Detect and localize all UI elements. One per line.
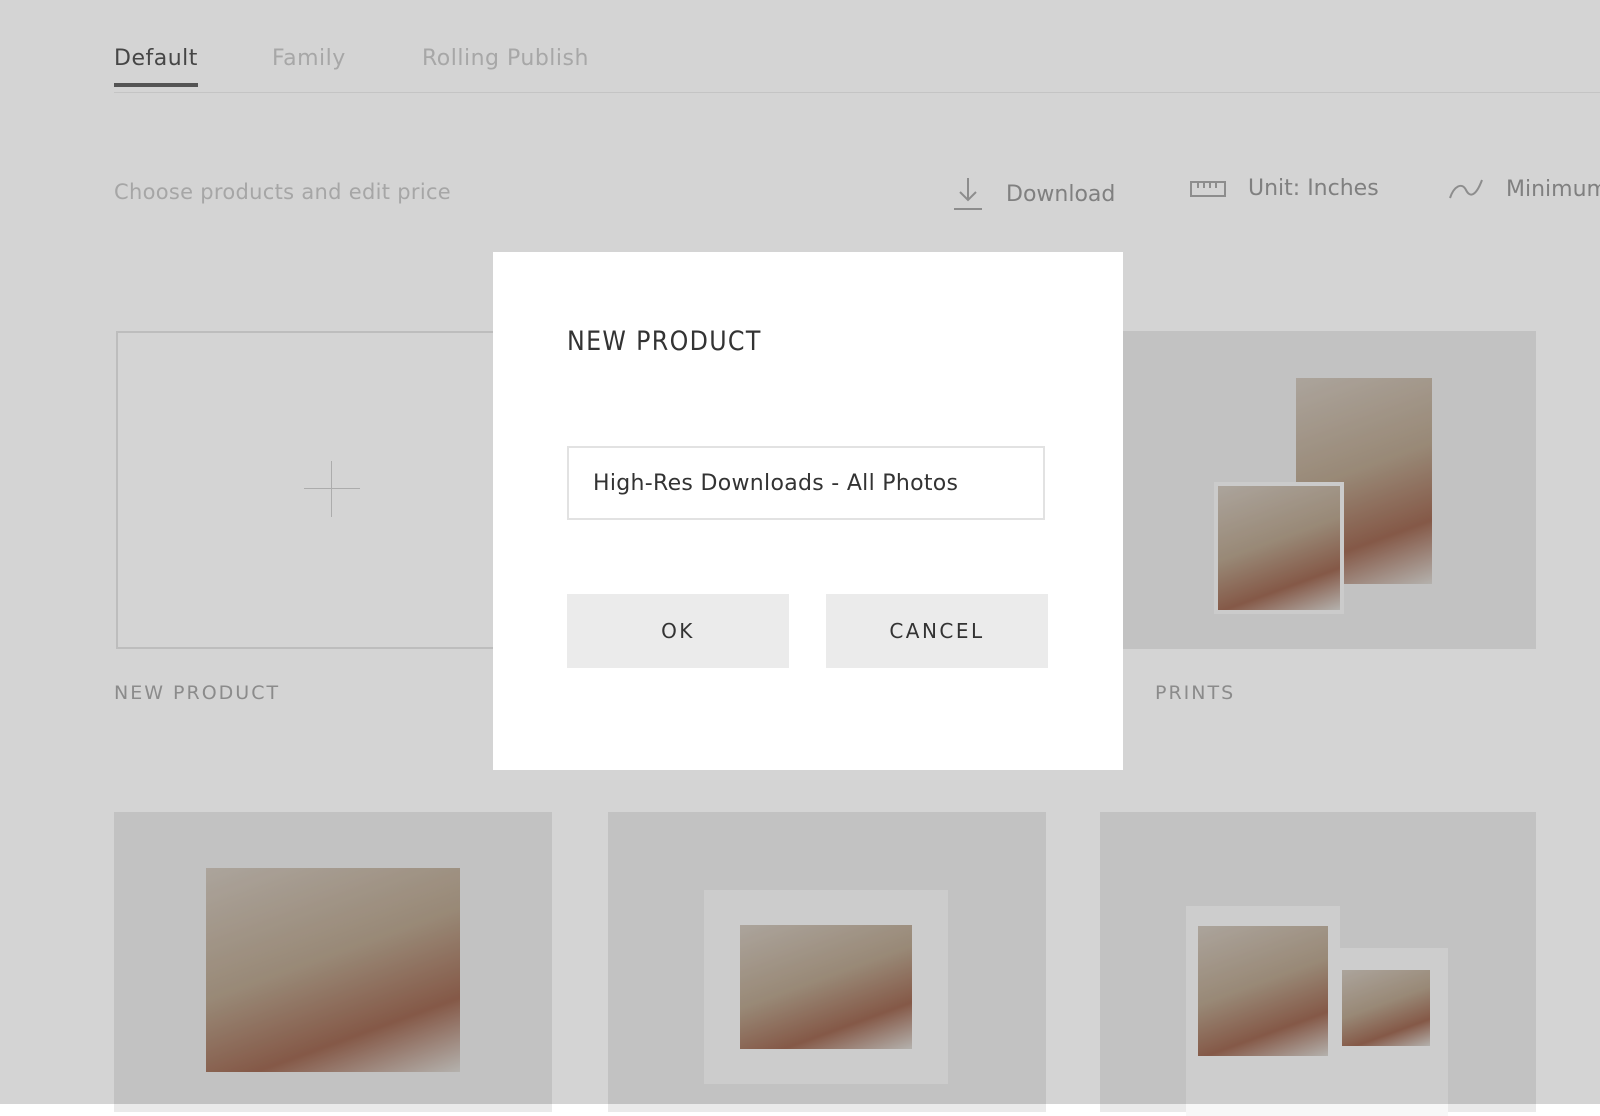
new-product-dialog: NEW PRODUCT OK CANCEL: [493, 252, 1123, 770]
dialog-title: NEW PRODUCT: [567, 326, 762, 357]
product-name-input[interactable]: [567, 446, 1045, 520]
ok-button[interactable]: OK: [567, 594, 789, 668]
cancel-button[interactable]: CANCEL: [826, 594, 1048, 668]
